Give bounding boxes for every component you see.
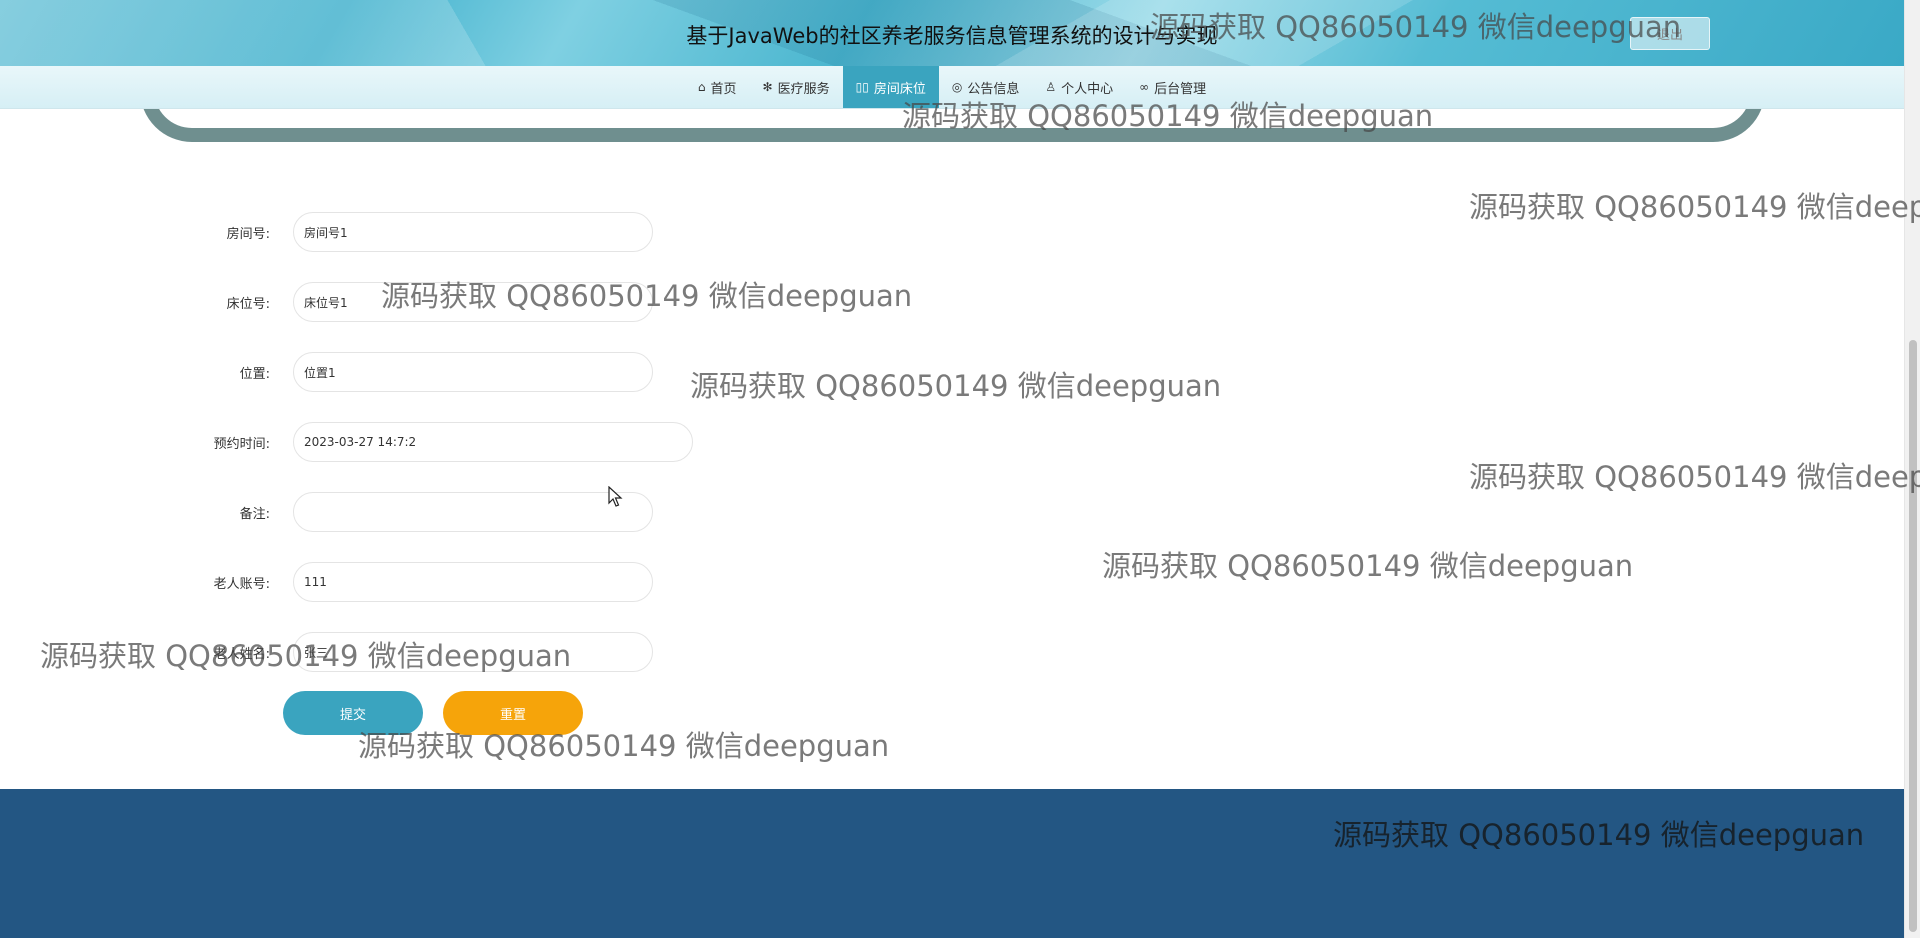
bed-number-input[interactable] bbox=[293, 282, 653, 322]
site-title: 基于JavaWeb的社区养老服务信息管理系统的设计与实现 bbox=[686, 24, 1218, 48]
page: 基于JavaWeb的社区养老服务信息管理系统的设计与实现 退出 ⌂ 首页 ✻ 医… bbox=[0, 0, 1920, 938]
form-row-room: 房间号: bbox=[0, 212, 800, 252]
nav-item-rooms[interactable]: ▯▯ 房间床位 bbox=[842, 66, 939, 108]
elder-name-input[interactable] bbox=[293, 632, 653, 672]
reservation-time-input[interactable] bbox=[293, 422, 693, 462]
main-nav: ⌂ 首页 ✻ 医疗服务 ▯▯ 房间床位 ◎ 公告信息 ♙ 个人中心 ∞ 后台管理 bbox=[0, 66, 1904, 109]
form-row-bed: 床位号: bbox=[0, 282, 800, 322]
nav-item-label: 公告信息 bbox=[967, 81, 1020, 97]
elder-account-input[interactable] bbox=[293, 562, 653, 602]
location-label: 位置: bbox=[239, 367, 270, 382]
nav-item-medical[interactable]: ✻ 医疗服务 bbox=[750, 66, 843, 108]
header: 基于JavaWeb的社区养老服务信息管理系统的设计与实现 退出 bbox=[0, 0, 1904, 66]
vertical-scrollbar[interactable] bbox=[1904, 0, 1920, 938]
scrollbar-thumb[interactable] bbox=[1909, 340, 1917, 932]
submit-button[interactable]: 提交 bbox=[283, 691, 423, 735]
nav-item-label: 房间床位 bbox=[873, 81, 926, 97]
user-icon: ♙ bbox=[1045, 80, 1057, 94]
nav-item-profile[interactable]: ♙ 个人中心 bbox=[1032, 66, 1126, 108]
logout-button[interactable]: 退出 bbox=[1630, 17, 1710, 50]
nav-item-admin[interactable]: ∞ 后台管理 bbox=[1126, 66, 1219, 108]
room-number-input[interactable] bbox=[293, 212, 653, 252]
remark-input[interactable] bbox=[293, 492, 653, 532]
nav-item-label: 医疗服务 bbox=[777, 81, 830, 97]
form-row-location: 位置: bbox=[0, 352, 800, 392]
reset-button[interactable]: 重置 bbox=[443, 691, 583, 735]
columns-icon: ▯▯ bbox=[855, 80, 869, 94]
nav-item-label: 个人中心 bbox=[1061, 81, 1114, 97]
footer bbox=[0, 789, 1904, 938]
nav-item-label: 首页 bbox=[710, 81, 737, 97]
watermark: 源码获取 QQ86050149 微信deepguan bbox=[1469, 460, 1920, 494]
snowflake-icon: ✻ bbox=[762, 80, 773, 94]
remark-label: 备注: bbox=[239, 507, 270, 522]
palette-icon: ◎ bbox=[951, 80, 963, 94]
bed-number-label: 床位号: bbox=[226, 297, 270, 312]
elder-account-label: 老人账号: bbox=[213, 577, 270, 592]
form-row-account: 老人账号: bbox=[0, 562, 800, 602]
nav-item-notices[interactable]: ◎ 公告信息 bbox=[939, 66, 1033, 108]
form-row-remark: 备注: bbox=[0, 492, 800, 532]
home-icon: ⌂ bbox=[697, 80, 706, 94]
location-input[interactable] bbox=[293, 352, 653, 392]
form-row-name: 老人姓名: bbox=[0, 632, 800, 672]
nav-item-label: 后台管理 bbox=[1154, 81, 1207, 97]
room-number-label: 房间号: bbox=[226, 227, 270, 242]
watermark: 源码获取 QQ86050149 微信deepguan bbox=[1102, 549, 1634, 583]
nav-item-home[interactable]: ⌂ 首页 bbox=[685, 66, 750, 108]
link-icon: ∞ bbox=[1139, 80, 1150, 94]
reservation-time-label: 预约时间: bbox=[213, 437, 270, 452]
form-row-time: 预约时间: bbox=[0, 422, 800, 462]
form-actions: 提交 重置 bbox=[0, 691, 800, 735]
watermark: 源码获取 QQ86050149 微信deepguan bbox=[1469, 190, 1920, 224]
elder-name-label: 老人姓名: bbox=[213, 647, 270, 662]
